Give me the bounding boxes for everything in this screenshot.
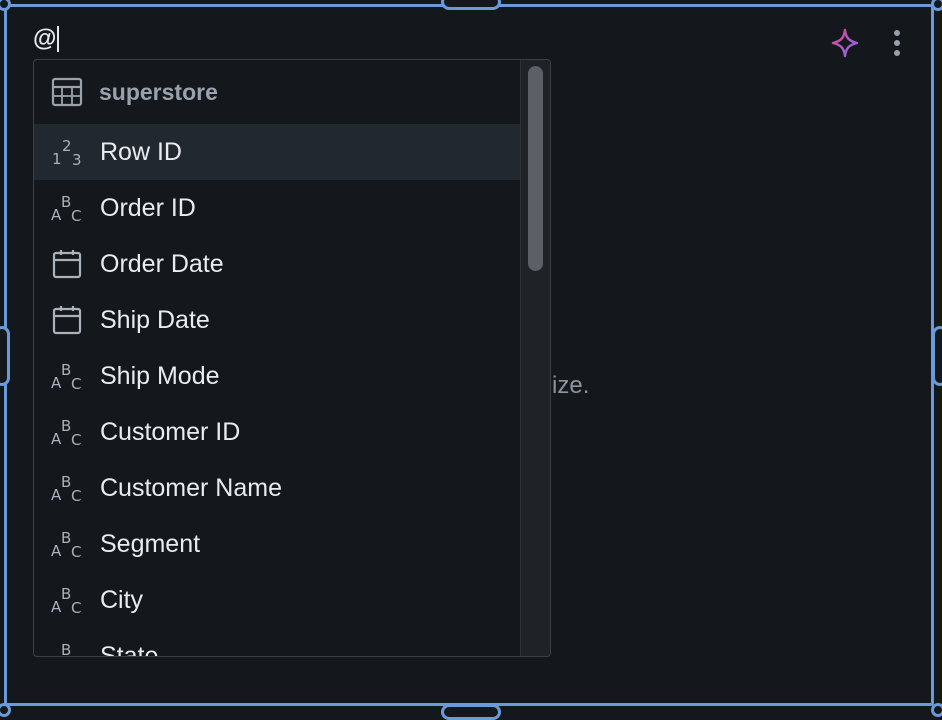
list-item-label: Order Date [100,249,224,278]
group-header-label: superstore [99,78,218,105]
list-item-row-id[interactable]: 1 2 3 Row ID [34,124,521,180]
svg-text:C: C [71,207,81,224]
list-item-customer-name[interactable]: A B C Customer Name [34,460,521,516]
list-item-label: Order ID [100,193,196,222]
more-vertical-icon [893,28,901,63]
list-item-label: Segment [100,529,201,558]
field-list: superstore 1 2 3 Row ID A B C Order ID O… [34,60,521,657]
text-abc-icon: A B C [51,528,83,560]
svg-text:C: C [71,543,81,560]
more-options-button[interactable] [882,28,912,62]
list-item-label: Customer ID [100,417,241,446]
text-abc-icon: A B C [51,416,83,448]
resize-handle-top[interactable] [441,0,501,10]
svg-text:C: C [71,375,81,392]
resize-handle-bottom[interactable] [441,704,501,720]
sparkle-icon [831,28,859,63]
resize-handle-left[interactable] [0,326,10,386]
list-item-ship-mode[interactable]: A B C Ship Mode [34,348,521,404]
chart-cell-editor: @ ualize. superstore 1 2 3 Row ID A B C … [0,0,942,720]
list-item-label: Customer Name [100,473,282,502]
text-abc-icon: A B C [51,640,83,657]
numeric-123-icon: 1 2 3 [51,136,83,168]
list-item-customer-id[interactable]: A B C Customer ID [34,404,521,460]
list-item-state[interactable]: A B C State [34,628,521,657]
list-item-city[interactable]: A B C City [34,572,521,628]
list-item-segment[interactable]: A B C Segment [34,516,521,572]
group-header-superstore: superstore [34,60,521,124]
svg-text:B: B [61,641,71,657]
text-caret [57,26,60,52]
text-abc-icon: A B C [51,360,83,392]
svg-text:B: B [61,529,71,547]
list-item-label: City [100,585,144,614]
resize-handle-top-right[interactable] [931,0,942,11]
svg-text:B: B [61,417,71,435]
text-abc-icon: A B C [51,584,83,616]
svg-text:B: B [61,585,71,603]
list-item-label: Ship Mode [100,361,220,390]
list-item-order-date[interactable]: Order Date [34,236,521,292]
svg-text:C: C [71,487,81,504]
svg-text:B: B [61,193,71,211]
field-autocomplete-dropdown: superstore 1 2 3 Row ID A B C Order ID O… [33,59,551,657]
scrollbar-thumb[interactable] [528,66,543,271]
dropdown-scrollbar[interactable] [520,60,550,656]
svg-text:3: 3 [72,151,82,168]
list-item-ship-date[interactable]: Ship Date [34,292,521,348]
table-icon [51,76,83,108]
calendar-icon [51,248,83,280]
resize-handle-right[interactable] [932,326,942,386]
resize-handle-bottom-right[interactable] [931,703,942,717]
svg-text:2: 2 [62,137,72,155]
svg-text:C: C [71,599,81,616]
svg-text:C: C [71,431,81,448]
cell-actions [830,28,912,62]
resize-handle-bottom-left[interactable] [0,703,11,717]
text-abc-icon: A B C [51,192,83,224]
list-item-order-id[interactable]: A B C Order ID [34,180,521,236]
text-abc-icon: A B C [51,472,83,504]
svg-text:1: 1 [52,150,62,168]
list-item-label: Row ID [100,137,182,166]
calendar-icon [51,304,83,336]
prompt-input-value: @ [33,25,57,52]
list-item-label: State [100,641,159,657]
ai-assist-button[interactable] [830,28,860,62]
prompt-input[interactable]: @ [33,24,60,54]
svg-text:B: B [61,473,71,491]
svg-text:B: B [61,361,71,379]
svg-text:C: C [71,655,81,657]
resize-handle-top-left[interactable] [0,0,11,11]
list-item-label: Ship Date [100,305,210,334]
